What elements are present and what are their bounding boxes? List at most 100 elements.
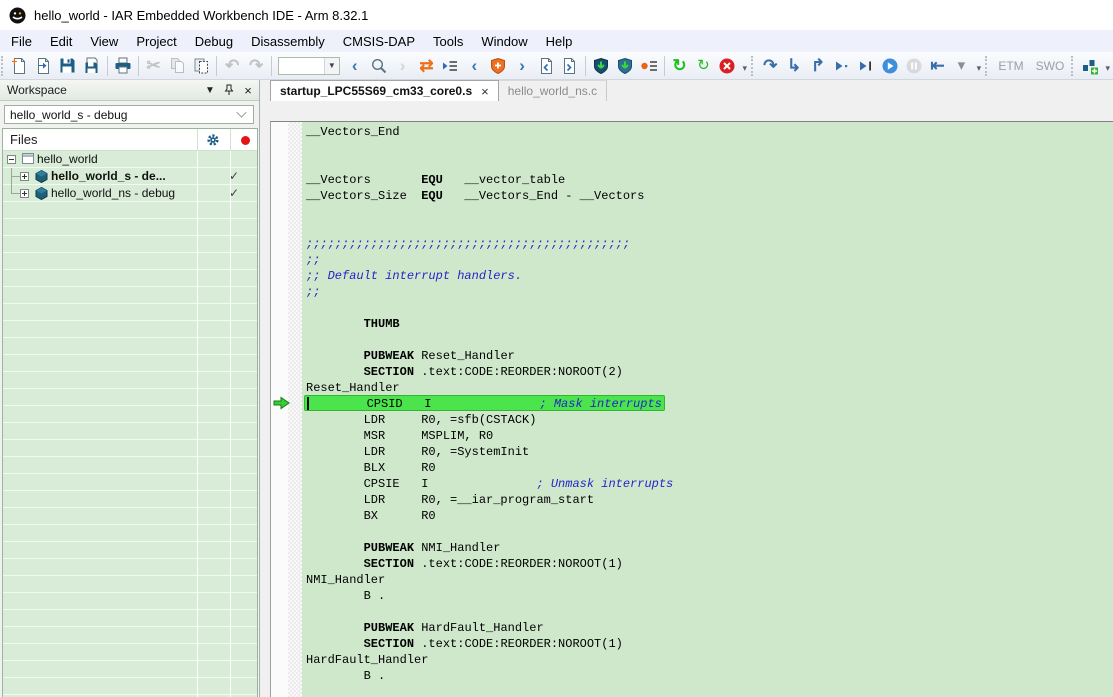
go-to-definition-button[interactable] — [438, 55, 462, 77]
next-document-button[interactable] — [558, 55, 582, 77]
code-keyword: EQU — [421, 189, 443, 203]
close-panel-icon[interactable]: × — [240, 82, 256, 98]
menu-project[interactable]: Project — [127, 32, 185, 51]
code-comment: ; Mask interrupts — [539, 397, 661, 411]
save-button[interactable] — [56, 55, 80, 77]
power-log-button[interactable] — [1078, 55, 1102, 77]
tree-row-empty — [3, 304, 257, 321]
code-keyword: PUBWEAK — [364, 349, 414, 363]
go-button[interactable] — [878, 55, 902, 77]
go-to-definition-icon — [441, 58, 459, 74]
pin-icon[interactable] — [221, 82, 237, 98]
menu-window[interactable]: Window — [472, 32, 536, 51]
print-button[interactable] — [111, 55, 135, 77]
close-tab-icon[interactable]: × — [481, 84, 489, 99]
save-all-button[interactable] — [80, 55, 104, 77]
toolbar-overflow-icon[interactable]: ▾ — [973, 56, 984, 76]
step-out-button[interactable]: ↱ — [806, 55, 830, 77]
panel-menu-icon[interactable]: ▼ — [202, 82, 218, 98]
expand-icon[interactable] — [20, 189, 29, 198]
new-file-button[interactable]: + — [8, 55, 32, 77]
next-bookmark-button[interactable]: › — [510, 55, 534, 77]
workspace-config-dropdown[interactable]: hello_world_s - debug — [4, 105, 254, 124]
find-next-icon: › — [400, 57, 406, 74]
tree-item-label: hello_world_s - de... — [51, 169, 166, 183]
stop-debugging-icon: ⇤ — [930, 57, 944, 74]
code-line: B . — [306, 668, 1113, 684]
menu-tools[interactable]: Tools — [424, 32, 472, 51]
code-text — [306, 637, 364, 651]
menu-debug[interactable]: Debug — [186, 32, 242, 51]
paste-button[interactable] — [189, 55, 213, 77]
code-text: CPSIE I — [306, 477, 536, 491]
tab-hello_world_ns-c[interactable]: hello_world_ns.c — [499, 80, 607, 101]
find-combo-dropdown-icon[interactable]: ▼ — [324, 58, 339, 74]
toggle-bookmark-button[interactable] — [486, 55, 510, 77]
edit-breakpoints-button[interactable] — [637, 55, 661, 77]
collapse-icon[interactable] — [7, 155, 16, 164]
code-line: SECTION .text:CODE:REORDER:NOROOT(1) — [306, 556, 1113, 572]
previous-document-button[interactable] — [534, 55, 558, 77]
find-button[interactable] — [367, 55, 391, 77]
menu-help[interactable]: Help — [537, 32, 582, 51]
undo-button[interactable]: ↶ — [220, 55, 244, 77]
more-caret-button[interactable]: ▾ — [949, 55, 973, 77]
tree-row-hello_world_ns-debug[interactable]: hello_world_ns - debug✓ — [3, 185, 257, 202]
download-active-flash-button[interactable] — [613, 55, 637, 77]
tree-row-hello_world_s-de-[interactable]: hello_world_s - de...✓ — [3, 168, 257, 185]
run-to-cursor-button[interactable] — [854, 55, 878, 77]
code-text: __vector_table — [443, 173, 565, 187]
toolbar-overflow-icon[interactable]: ▾ — [1102, 56, 1113, 76]
files-column-header[interactable]: Files — [3, 129, 257, 151]
tab-startup_LPC55S69_cm33_core0-s[interactable]: startup_LPC55S69_cm33_core0.s× — [270, 80, 499, 101]
menu-cmsis-dap[interactable]: CMSIS-DAP — [334, 32, 424, 51]
tree-connector — [11, 193, 20, 194]
toolbar-separator — [585, 56, 586, 76]
next-statement-button[interactable] — [830, 55, 854, 77]
reset-icon: ↻ — [672, 57, 686, 74]
find-combo[interactable]: ▼ — [278, 57, 340, 75]
copy-button[interactable] — [165, 55, 189, 77]
toolbar-grip[interactable] — [985, 56, 991, 76]
code-keyword: SECTION — [364, 365, 414, 379]
toolbar-overflow-icon[interactable]: ▾ — [739, 56, 750, 76]
find-previous-button[interactable]: ‹ — [343, 55, 367, 77]
title-bar: hello_world - IAR Embedded Workbench IDE… — [0, 0, 1113, 30]
toolbar-grip[interactable] — [1, 56, 7, 76]
tree-row-hello_world[interactable]: hello_world — [3, 151, 257, 168]
reset-button[interactable]: ↻ — [668, 55, 692, 77]
code-line: SECTION .text:CODE:REORDER:NOROOT(1) — [306, 636, 1113, 652]
cut-button[interactable]: ✂ — [142, 55, 166, 77]
code-text: CPSID I — [309, 397, 539, 411]
menu-file[interactable]: File — [2, 32, 41, 51]
toolbar-grip[interactable] — [751, 56, 757, 76]
reload-icon: ↻ — [697, 58, 710, 73]
open-file-button[interactable] — [32, 55, 56, 77]
stop-debugging-button[interactable]: ⇤ — [926, 55, 950, 77]
menu-edit[interactable]: Edit — [41, 32, 81, 51]
download-flash-button[interactable] — [589, 55, 613, 77]
find-next-button[interactable]: › — [391, 55, 415, 77]
expand-icon[interactable] — [20, 172, 29, 181]
menu-disassembly[interactable]: Disassembly — [242, 32, 334, 51]
break-button[interactable] — [902, 55, 926, 77]
new-file-icon: + — [11, 57, 28, 75]
find-combo-input[interactable] — [279, 58, 324, 74]
step-into-button[interactable]: ↳ — [782, 55, 806, 77]
etm-button[interactable]: ETM — [992, 57, 1029, 75]
reload-button[interactable]: ↻ — [691, 55, 715, 77]
more-caret-icon: ▾ — [958, 58, 966, 73]
toolbar-grip[interactable] — [1071, 56, 1077, 76]
swo-button[interactable]: SWO — [1030, 57, 1071, 75]
toolbar-separator — [107, 56, 108, 76]
menu-view[interactable]: View — [81, 32, 127, 51]
workspace-config-value: hello_world_s - debug — [5, 108, 237, 122]
redo-button[interactable]: ↷ — [244, 55, 268, 77]
previous-bookmark-button[interactable]: ‹ — [462, 55, 486, 77]
break-stop-button[interactable] — [715, 55, 739, 77]
toggle-source-browser-button[interactable]: ⇄ — [415, 55, 439, 77]
editor-pane: __Vectors_End__Vectors EQU __vector_tabl… — [270, 121, 1113, 697]
code-area[interactable]: __Vectors_End__Vectors EQU __vector_tabl… — [302, 122, 1113, 697]
step-over-button[interactable]: ↷ — [758, 55, 782, 77]
code-text: .text:CODE:REORDER:NOROOT(1) — [414, 557, 623, 571]
